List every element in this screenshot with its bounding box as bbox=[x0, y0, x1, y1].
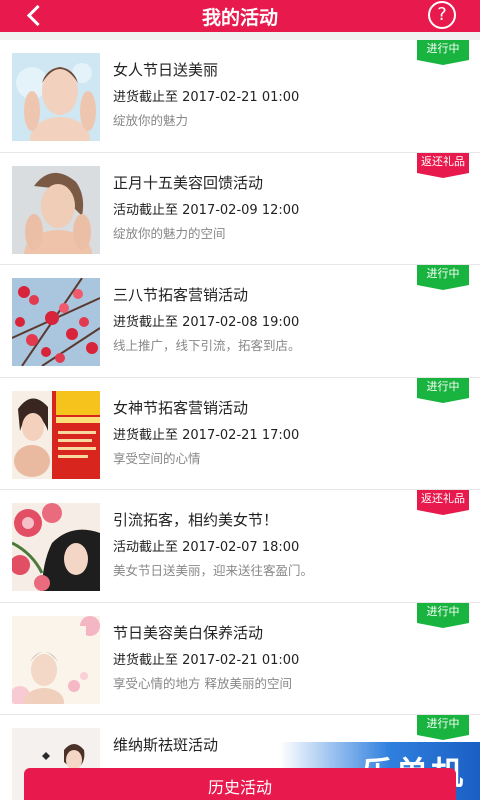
activity-thumbnail bbox=[12, 53, 100, 141]
activity-description: 绽放你的魅力的空间 bbox=[113, 225, 226, 241]
activity-thumbnail bbox=[12, 278, 100, 366]
activity-thumbnail bbox=[12, 503, 100, 591]
page-title: 我的活动 bbox=[201, 7, 278, 29]
activity-item[interactable]: 三八节拓客营销活动 进货截止至 2017-02-08 19:00 线上推广，线下… bbox=[0, 265, 480, 378]
activity-description: 享受心情的地方 释放美丽的空间 bbox=[113, 675, 292, 691]
activity-title: 三八节拓客营销活动 bbox=[113, 286, 249, 304]
activity-deadline: 进货截止至 2017-02-21 01:00 bbox=[113, 652, 300, 668]
activity-title: 女人节日送美丽 bbox=[113, 61, 219, 79]
activity-deadline: 活动截止至 2017-02-09 12:00 bbox=[113, 202, 300, 218]
activity-description: 线上推广，线下引流，拓客到店。 bbox=[113, 338, 301, 353]
history-activities-button[interactable]: 历史活动 bbox=[24, 768, 456, 800]
activity-list: 女人节日送美丽 进货截止至 2017-02-21 01:00 绽放你的魅力 进行… bbox=[0, 40, 480, 800]
activity-title: 维纳斯祛斑活动 bbox=[113, 736, 219, 754]
status-badge: 进行中 bbox=[417, 377, 469, 403]
status-badge: 进行中 bbox=[417, 602, 469, 628]
activity-title: 女神节拓客营销活动 bbox=[113, 398, 249, 417]
activity-item[interactable]: 女人节日送美丽 进货截止至 2017-02-21 01:00 绽放你的魅力 进行… bbox=[0, 40, 480, 153]
activity-description: 享受空间的心情 bbox=[113, 450, 201, 466]
activity-deadline: 活动截止至 2017-02-07 18:00 bbox=[113, 540, 300, 555]
activity-deadline: 进货截止至 2017-02-21 01:00 bbox=[113, 90, 300, 105]
activity-title: 节日美容美白保养活动 bbox=[113, 623, 264, 642]
status-badge: 返还礼品 bbox=[417, 152, 469, 178]
activity-item[interactable]: 引流拓客，相约美女节！ 活动截止至 2017-02-07 18:00 美女节日送… bbox=[0, 490, 480, 603]
activity-title: 引流拓客，相约美女节！ bbox=[113, 511, 279, 529]
status-badge: 进行中 bbox=[417, 40, 469, 65]
activity-item[interactable]: 女神节拓客营销活动 进货截止至 2017-02-21 17:00 享受空间的心情… bbox=[0, 377, 480, 490]
activity-deadline: 进货截止至 2017-02-08 19:00 bbox=[113, 315, 300, 330]
status-badge: 进行中 bbox=[417, 715, 469, 740]
help-icon[interactable]: ? bbox=[428, 1, 456, 29]
activity-item[interactable]: 节日美容美白保养活动 进货截止至 2017-02-21 01:00 享受心情的地… bbox=[0, 602, 480, 715]
activity-title: 正月十五美容回馈活动 bbox=[113, 173, 264, 192]
activity-item[interactable]: 正月十五美容回馈活动 活动截止至 2017-02-09 12:00 绽放你的魅力… bbox=[0, 152, 480, 265]
status-badge: 进行中 bbox=[417, 265, 469, 290]
activity-description: 美女节日送美丽，迎来送往客盈门。 bbox=[113, 563, 314, 578]
activity-thumbnail bbox=[12, 165, 100, 254]
app-header: 我的活动 ? bbox=[0, 0, 480, 32]
activity-deadline: 进货截止至 2017-02-21 17:00 bbox=[113, 427, 300, 443]
activity-thumbnail bbox=[12, 615, 100, 704]
header-divider bbox=[0, 32, 480, 40]
status-badge: 返还礼品 bbox=[417, 490, 469, 515]
activity-thumbnail bbox=[12, 390, 100, 479]
activity-description: 绽放你的魅力 bbox=[113, 113, 189, 128]
